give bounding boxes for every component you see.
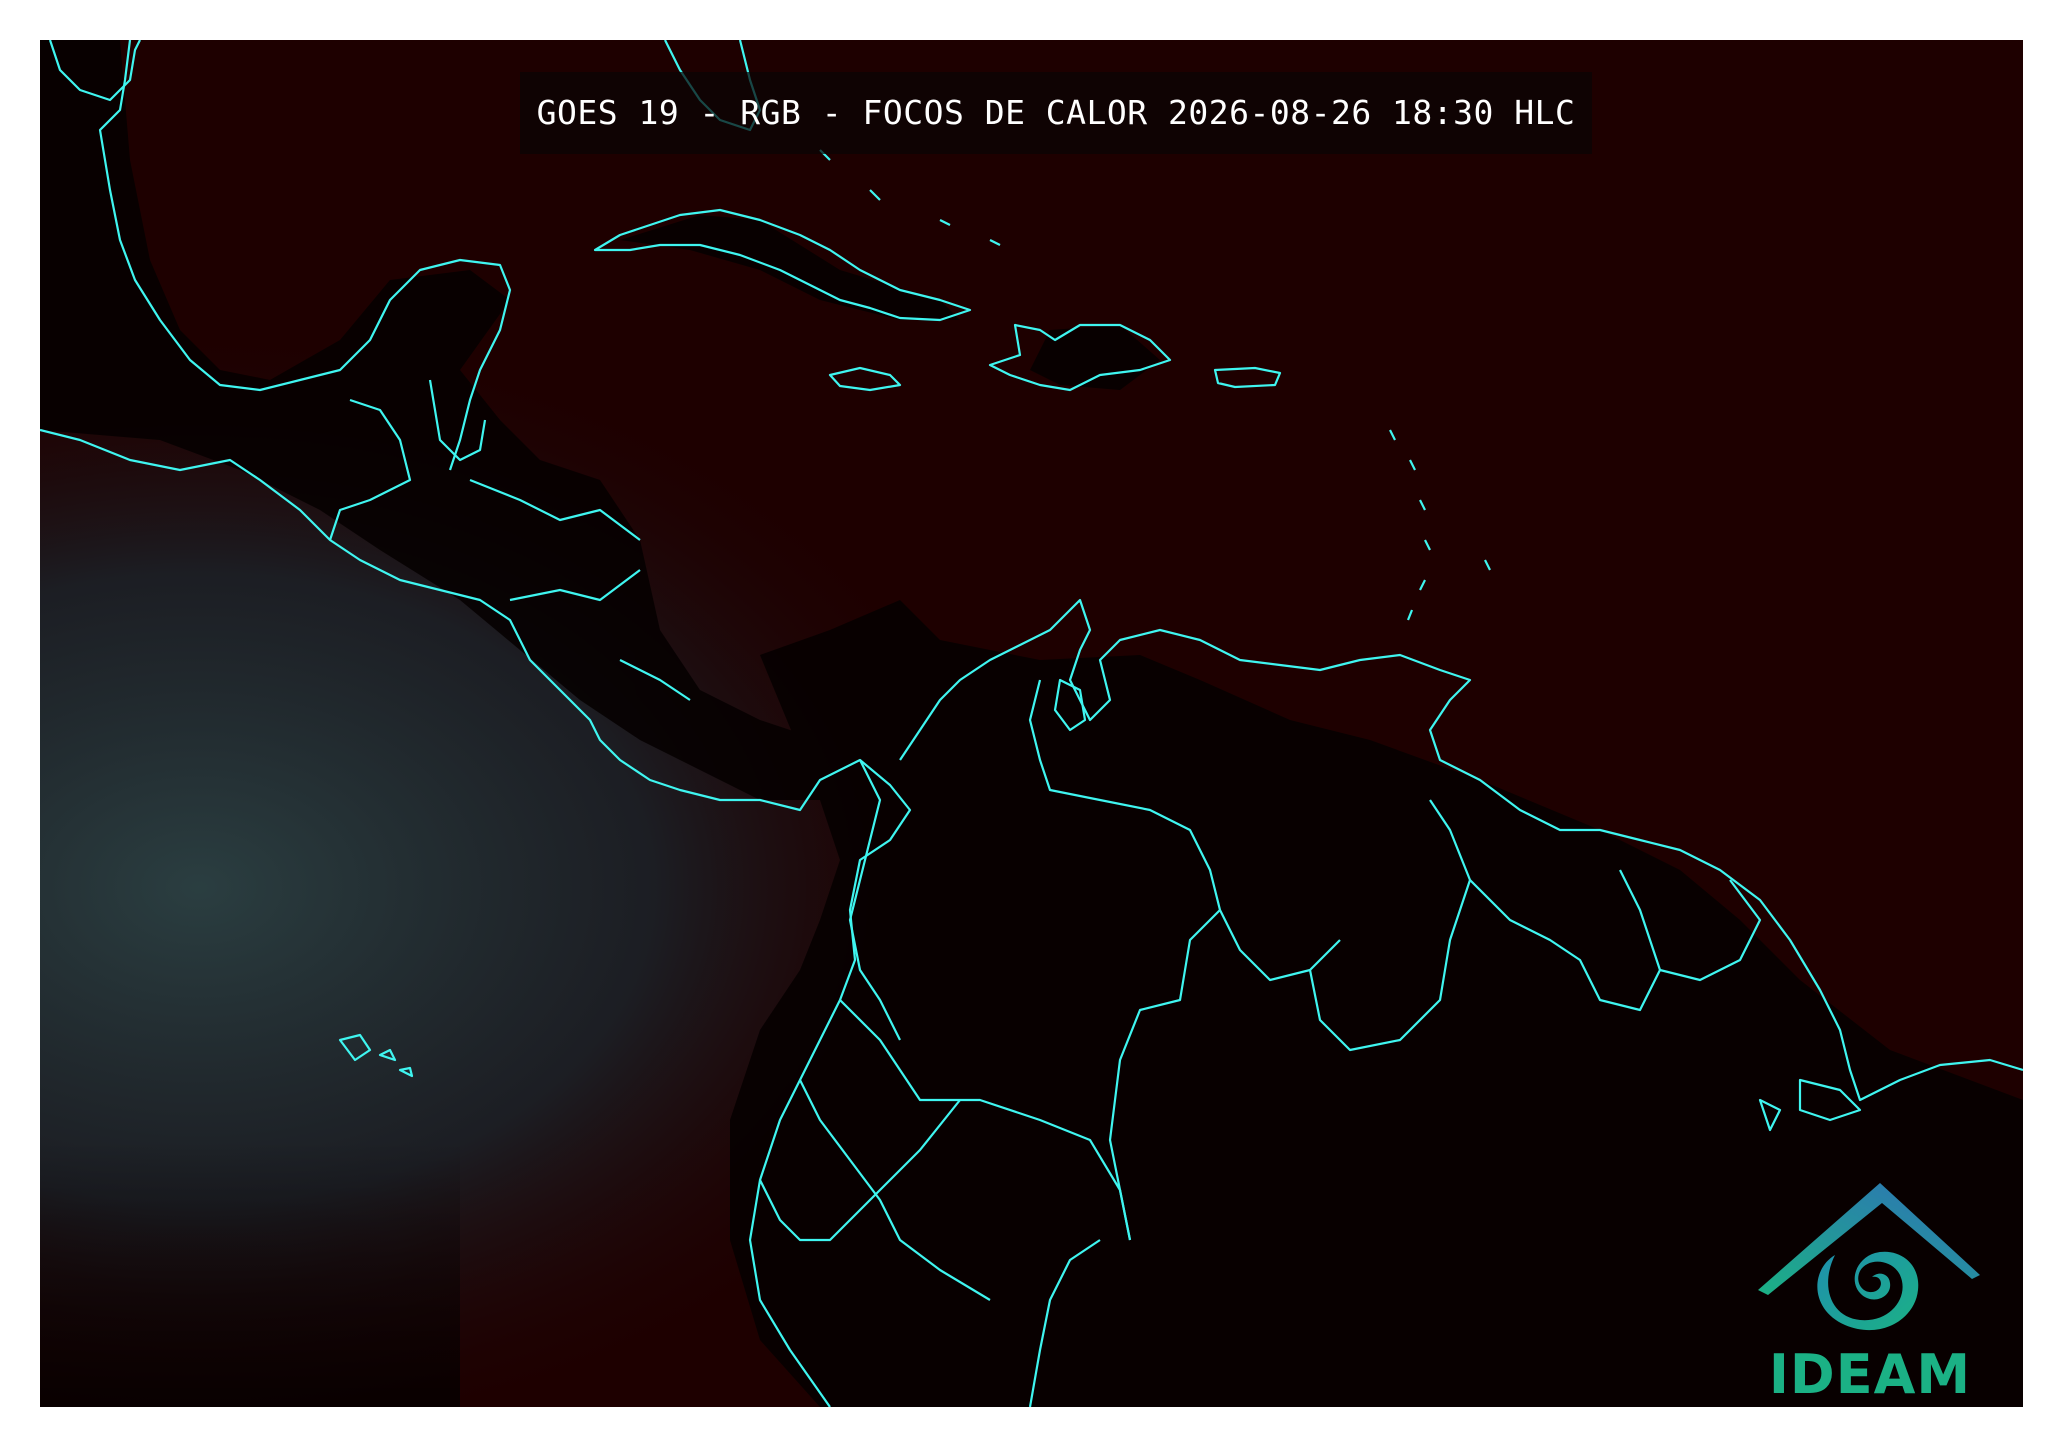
logo-swirl [1817, 1251, 1919, 1331]
ideam-logo-icon [1758, 1183, 1980, 1331]
satellite-map-svg [40, 40, 2023, 1407]
map-title: GOES 19 - RGB - FOCOS DE CALOR 2026-08-2… [520, 72, 1592, 154]
page: GOES 19 - RGB - FOCOS DE CALOR 2026-08-2… [0, 0, 2063, 1447]
satellite-map[interactable] [40, 40, 2023, 1407]
night-shade [40, 740, 460, 1407]
ideam-logo: IDEAM [1750, 1175, 1990, 1406]
logo-roof [1758, 1183, 1980, 1295]
logo-text: IDEAM [1768, 1343, 1972, 1406]
